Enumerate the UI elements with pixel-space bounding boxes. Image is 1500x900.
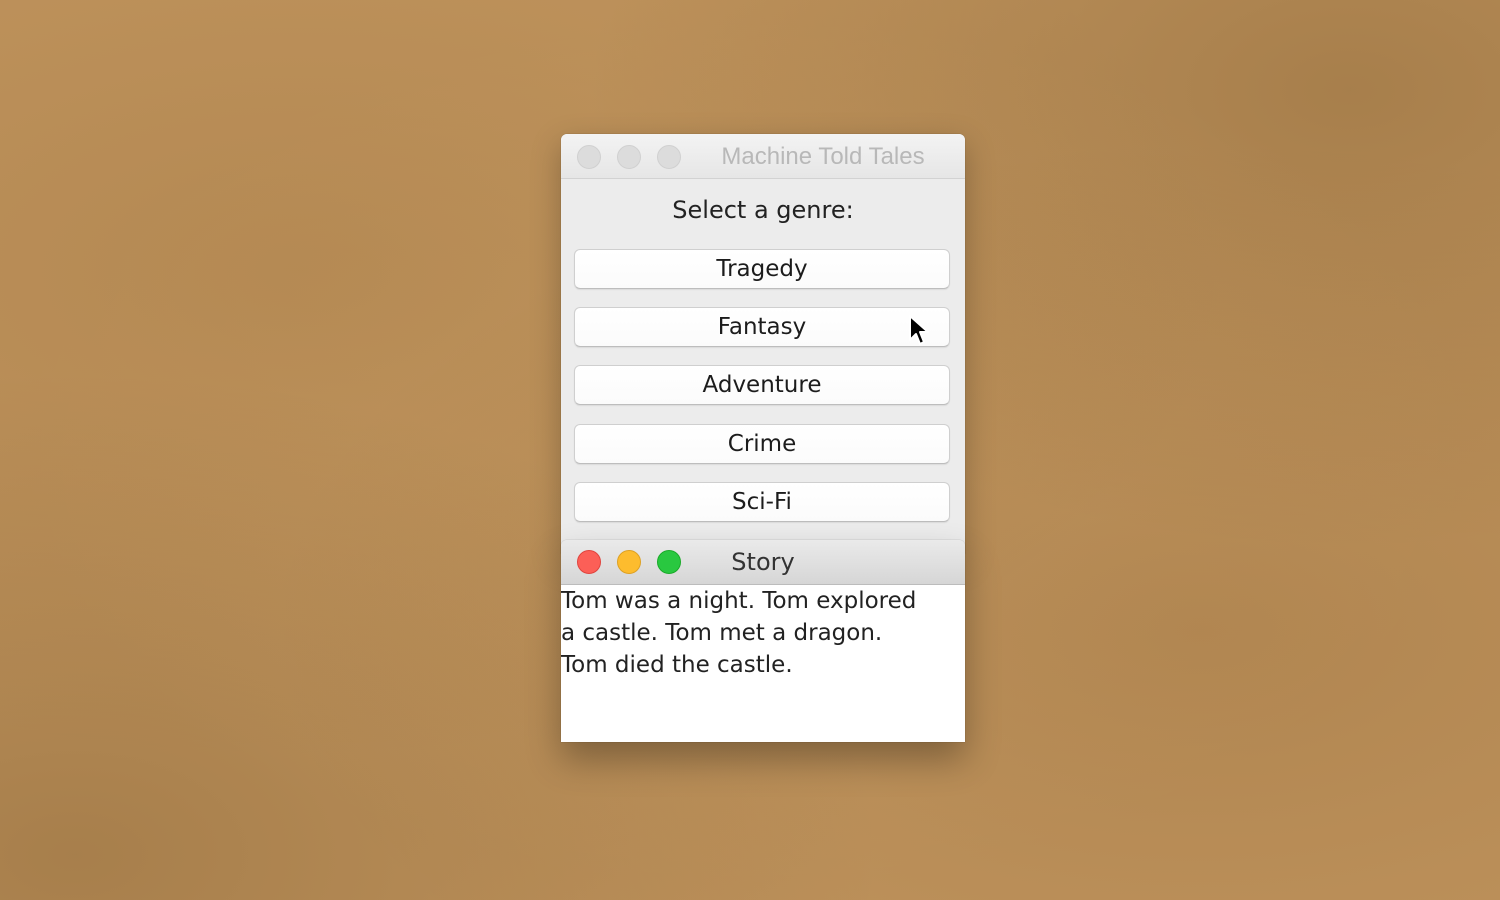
story-text-area[interactable]: Tom was a night. Tom explored a castle. … bbox=[561, 585, 965, 681]
zoom-button[interactable] bbox=[657, 145, 681, 169]
story-window: Story Tom was a night. Tom explored a ca… bbox=[561, 540, 965, 742]
sci-fi-button[interactable]: Sci-Fi bbox=[574, 482, 950, 522]
tragedy-button[interactable]: Tragedy bbox=[574, 249, 950, 289]
story-line: Tom died the castle. bbox=[561, 652, 793, 678]
crime-button[interactable]: Crime bbox=[574, 424, 950, 464]
close-button[interactable] bbox=[577, 145, 601, 169]
minimize-button[interactable] bbox=[617, 145, 641, 169]
story-line: a castle. Tom met a dragon. bbox=[561, 620, 883, 646]
window-title: Story bbox=[731, 548, 795, 576]
fantasy-button[interactable]: Fantasy bbox=[574, 307, 950, 347]
arrow-cursor-icon bbox=[909, 315, 929, 345]
genre-prompt: Select a genre: bbox=[672, 196, 854, 224]
story-line: Tom was a night. Tom explored bbox=[561, 588, 917, 614]
story-window-titlebar[interactable]: Story bbox=[561, 540, 965, 585]
main-window: Machine Told Tales Select a genre: Trage… bbox=[561, 134, 965, 554]
adventure-button[interactable]: Adventure bbox=[574, 365, 950, 405]
desktop-background: Machine Told Tales Select a genre: Trage… bbox=[0, 0, 1500, 900]
window-title: Machine Told Tales bbox=[721, 143, 925, 170]
main-window-titlebar[interactable]: Machine Told Tales bbox=[561, 134, 965, 179]
